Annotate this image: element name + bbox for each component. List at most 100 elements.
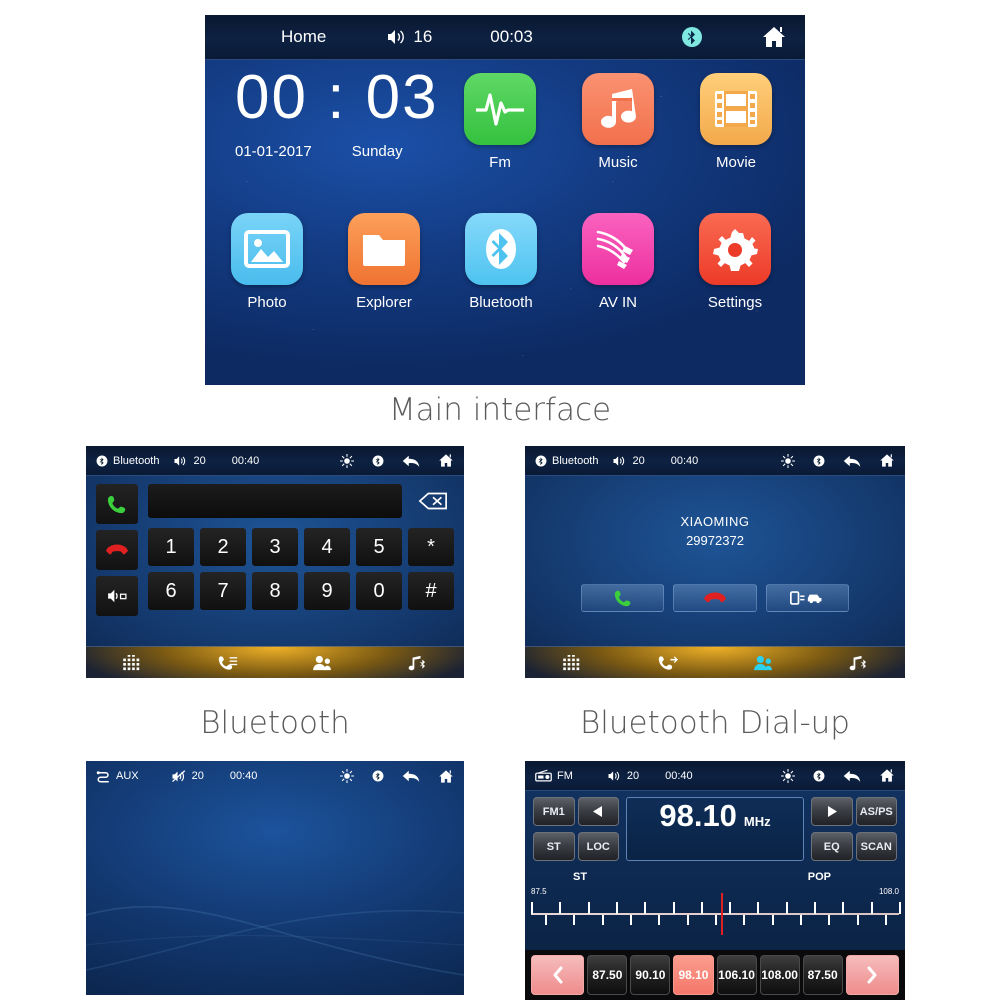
fm-tick-major: [729, 902, 732, 914]
fm-left-controls: FM1 ST LOC: [533, 797, 619, 861]
fm-asps-button[interactable]: AS/PS: [855, 797, 897, 826]
bt-music-icon[interactable]: [848, 655, 868, 671]
dialup-statusbar: Bluetooth 20 00:40: [525, 446, 905, 476]
statusbar-clock: 00:03: [490, 27, 533, 47]
fm-loc-button[interactable]: LOC: [577, 832, 619, 861]
preset-prev-icon[interactable]: [531, 955, 585, 995]
bluetooth-status-icon[interactable]: [372, 455, 384, 467]
clock-label: 00:40: [231, 454, 260, 467]
fm-frequency-unit: MHz: [743, 814, 771, 829]
key-2[interactable]: 2: [200, 528, 246, 566]
key-9[interactable]: 9: [304, 572, 350, 610]
fm-genre-label: POP: [807, 871, 831, 883]
brightness-icon[interactable]: [340, 769, 354, 783]
home-icon[interactable]: [879, 453, 895, 468]
bluetooth-status-icon[interactable]: [372, 770, 384, 782]
app-av-in[interactable]: AV IN: [578, 213, 658, 311]
volume-indicator[interactable]: 20: [173, 455, 206, 467]
back-arrow-icon[interactable]: [843, 454, 861, 468]
fm-ruler[interactable]: [531, 893, 901, 935]
folder-icon: [348, 213, 420, 285]
bluetooth-status-icon[interactable]: [813, 455, 825, 467]
volume-indicator[interactable]: 20: [171, 769, 204, 783]
call-end-button[interactable]: [673, 584, 757, 612]
home-icon[interactable]: [438, 453, 454, 468]
app-settings[interactable]: Settings: [695, 213, 775, 311]
app-label-bluetooth: Bluetooth: [469, 294, 533, 311]
fm-tick-major: [615, 902, 618, 914]
app-fm[interactable]: Fm: [460, 73, 540, 171]
backspace-icon[interactable]: [412, 484, 454, 518]
fm-eq-button[interactable]: EQ: [811, 832, 853, 861]
fm-tick-major: [757, 902, 760, 914]
bt-music-icon[interactable]: [407, 655, 427, 671]
source-label: Bluetooth: [113, 454, 160, 467]
preset-4[interactable]: 106.10: [716, 955, 757, 995]
key-7[interactable]: 7: [200, 572, 246, 610]
fm-st-button[interactable]: ST: [533, 832, 575, 861]
prev-arrow-icon[interactable]: [577, 797, 619, 826]
bluetooth-keypad-screen: Bluetooth 20 00:40 1 2 3 4 5 * 6 7 8 9 0…: [86, 446, 464, 678]
preset-1[interactable]: 87.50: [587, 955, 628, 995]
preset-next-icon[interactable]: [845, 955, 899, 995]
dial-input[interactable]: [148, 484, 402, 518]
speaker-toggle-button[interactable]: [96, 576, 138, 616]
home-icon[interactable]: [438, 769, 454, 784]
key-5[interactable]: 5: [356, 528, 402, 566]
call-log-icon[interactable]: [218, 655, 238, 671]
volume-indicator[interactable]: 16: [386, 27, 432, 47]
fm-tick-minor: [884, 915, 887, 925]
call-answer-button[interactable]: [96, 484, 138, 524]
key-1[interactable]: 1: [148, 528, 194, 566]
transfer-to-car-button[interactable]: [765, 584, 849, 612]
volume-icon: [612, 455, 627, 467]
key-star[interactable]: *: [408, 528, 454, 566]
brightness-icon[interactable]: [781, 453, 795, 468]
call-answer-button[interactable]: [581, 584, 665, 612]
bluetooth-status-icon[interactable]: [681, 26, 703, 48]
back-arrow-icon[interactable]: [402, 769, 420, 783]
preset-3[interactable]: 98.10: [673, 955, 714, 995]
brightness-icon[interactable]: [781, 768, 795, 783]
back-arrow-icon[interactable]: [402, 454, 420, 468]
app-music[interactable]: Music: [578, 73, 658, 171]
volume-value: 20: [626, 769, 640, 782]
key-3[interactable]: 3: [252, 528, 298, 566]
volume-icon: [173, 455, 188, 467]
fm-tick-minor: [715, 915, 717, 925]
key-4[interactable]: 4: [304, 528, 350, 566]
brightness-icon[interactable]: [340, 453, 354, 468]
preset-5[interactable]: 108.00: [759, 955, 800, 995]
volume-indicator[interactable]: 20: [607, 770, 639, 782]
bluetooth-status-icon[interactable]: [813, 770, 825, 782]
home-icon[interactable]: [879, 768, 895, 783]
contacts-icon[interactable]: [753, 655, 773, 671]
keypad-icon[interactable]: [123, 654, 143, 671]
keypad-icon[interactable]: [562, 654, 583, 671]
app-row-top: Fm Music Movie: [460, 73, 776, 171]
next-arrow-icon[interactable]: [811, 797, 853, 826]
preset-2[interactable]: 90.10: [630, 955, 671, 995]
app-bluetooth[interactable]: Bluetooth: [461, 213, 541, 311]
home-button[interactable]: [761, 25, 787, 49]
key-6[interactable]: 6: [148, 572, 194, 610]
fm-tuning-cursor[interactable]: [721, 893, 724, 935]
call-log-icon[interactable]: [658, 655, 678, 671]
call-end-button[interactable]: [96, 530, 138, 570]
volume-indicator[interactable]: 20: [612, 454, 645, 467]
key-hash[interactable]: #: [408, 572, 454, 610]
app-photo[interactable]: Photo: [227, 213, 307, 311]
clock-weekday: Sunday: [351, 143, 403, 160]
app-movie[interactable]: Movie: [696, 73, 776, 171]
key-0[interactable]: 0: [356, 572, 402, 610]
volume-value: 20: [632, 454, 645, 467]
preset-6[interactable]: 87.50: [802, 955, 843, 995]
source-indicator: Bluetooth: [535, 455, 598, 467]
contacts-icon[interactable]: [312, 655, 332, 671]
key-8[interactable]: 8: [252, 572, 298, 610]
statusbar-clock: 00:40: [230, 770, 258, 782]
app-explorer[interactable]: Explorer: [344, 213, 424, 311]
back-arrow-icon[interactable]: [843, 769, 861, 783]
fm-band-button[interactable]: FM1: [533, 797, 575, 826]
fm-scan-button[interactable]: SCAN: [855, 832, 897, 861]
